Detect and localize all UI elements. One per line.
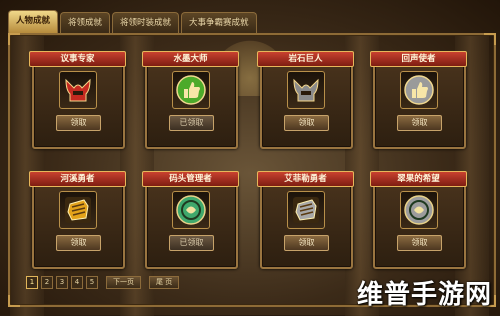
panel-corner [8, 33, 20, 45]
tab-bar: 人物成就 将领成就 将领时装成就 大事争霸赛成就 [8, 10, 257, 34]
page-2[interactable]: 2 [41, 276, 53, 289]
achievement-title: 艾菲勒勇者 [257, 171, 354, 187]
achievement-title: 翠果的希望 [370, 171, 467, 187]
page-4[interactable]: 4 [71, 276, 83, 289]
achievement-icon-frame [287, 71, 325, 109]
page-5[interactable]: 5 [86, 276, 98, 289]
achievement-title: 回声使者 [370, 51, 467, 67]
claimed-button[interactable]: 已领取 [169, 235, 214, 251]
last-page-button[interactable]: 尾 页 [149, 276, 180, 289]
claim-button[interactable]: 领取 [56, 115, 101, 131]
achievement-icon-frame [59, 71, 97, 109]
game-window: 人物成就 将领成就 将领时装成就 大事争霸赛成就 议事专家 领取 水墨大师 已领… [0, 0, 500, 316]
achievement-title: 岩石巨人 [257, 51, 354, 67]
page-1[interactable]: 1 [26, 276, 38, 289]
achievement-card: 翠果的希望 领取 [370, 171, 467, 269]
achievement-icon-frame [400, 71, 438, 109]
achievement-icon-frame [59, 191, 97, 229]
achievement-icon-frame [172, 191, 210, 229]
achievement-icon-frame [172, 71, 210, 109]
claimed-button[interactable]: 已领取 [169, 115, 214, 131]
achievement-title: 水墨大师 [142, 51, 239, 67]
pagination: 1 2 3 4 5 下一页 尾 页 [26, 276, 180, 289]
panel-corner [8, 295, 20, 307]
achievement-title: 议事专家 [29, 51, 126, 67]
panel-corner [484, 33, 496, 45]
claim-button[interactable]: 领取 [397, 235, 442, 251]
claim-button[interactable]: 领取 [284, 115, 329, 131]
achievement-icon-frame [400, 191, 438, 229]
next-page-button[interactable]: 下一页 [106, 276, 141, 289]
watermark: 维普手游网 [356, 280, 492, 310]
achievement-title: 河溪勇者 [29, 171, 126, 187]
claim-button[interactable]: 领取 [284, 235, 329, 251]
achievement-icon-frame [287, 191, 325, 229]
tab-general-costume-achievements[interactable]: 将领时装成就 [112, 12, 180, 33]
achievement-title: 码头管理者 [142, 171, 239, 187]
claim-button[interactable]: 领取 [397, 115, 442, 131]
tab-character-achievements[interactable]: 人物成就 [8, 10, 59, 33]
achievement-card: 岩石巨人 领取 [257, 51, 354, 149]
achievement-card: 码头管理者 已领取 [142, 171, 239, 269]
page-3[interactable]: 3 [56, 276, 68, 289]
achievement-card: 河溪勇者 领取 [29, 171, 126, 269]
achievement-card: 回声使者 领取 [370, 51, 467, 149]
tab-tournament-achievements[interactable]: 大事争霸赛成就 [181, 12, 257, 33]
claim-button[interactable]: 领取 [56, 235, 101, 251]
tab-general-achievements[interactable]: 将领成就 [60, 12, 111, 33]
achievement-card: 艾菲勒勇者 领取 [257, 171, 354, 269]
achievement-card: 议事专家 领取 [29, 51, 126, 149]
achievement-card: 水墨大师 已领取 [142, 51, 239, 149]
